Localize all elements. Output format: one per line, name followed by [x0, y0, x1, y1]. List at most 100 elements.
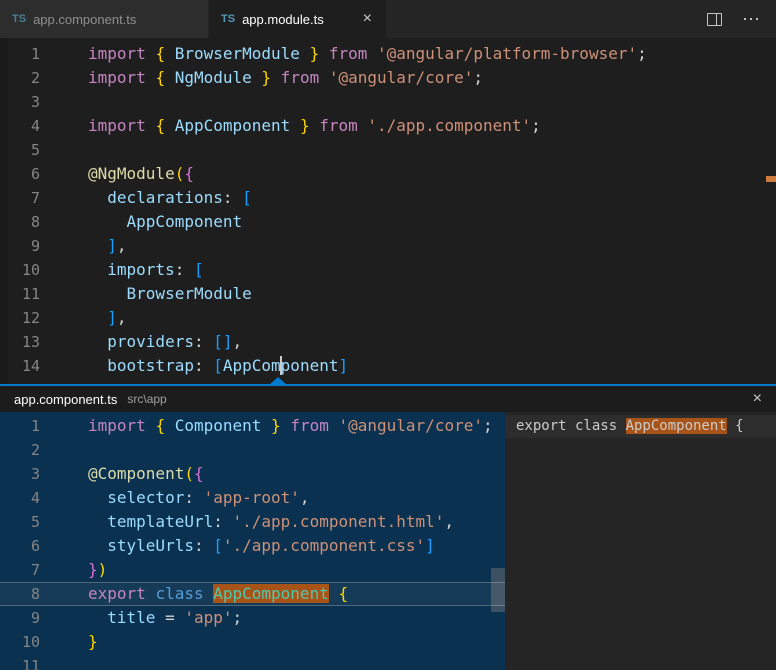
code-token: @Component — [88, 464, 184, 483]
line-number[interactable]: 2 — [0, 438, 40, 462]
line-number[interactable]: 10 — [0, 258, 40, 282]
code-line[interactable]: 10 imports: [ — [0, 258, 776, 282]
code-token: import — [88, 68, 155, 87]
editor-app-module[interactable]: 1import { BrowserModule } from '@angular… — [0, 38, 776, 384]
code-token: ] — [338, 356, 348, 375]
code-token: AppCom — [223, 356, 281, 375]
peek-body: 1import { Component } from '@angular/cor… — [0, 412, 776, 670]
peek-results-list[interactable]: export class AppComponent { — [505, 412, 776, 670]
typescript-file-icon: TS — [12, 13, 26, 25]
line-number[interactable]: 8 — [0, 210, 40, 234]
code-line[interactable]: 9 title = 'app'; — [0, 606, 505, 630]
code-line[interactable]: 10} — [0, 630, 505, 654]
code-line[interactable]: 5 — [0, 138, 776, 162]
code-line[interactable]: 6 styleUrls: ['./app.component.css'] — [0, 534, 505, 558]
close-tab-icon[interactable]: × — [361, 10, 374, 28]
code-line[interactable]: 12 ], — [0, 306, 776, 330]
code-token: { — [338, 584, 348, 603]
line-number[interactable]: 5 — [0, 510, 40, 534]
code-token: { — [155, 116, 165, 135]
reference-result-row[interactable]: export class AppComponent { — [505, 415, 776, 438]
code-line[interactable]: 3 — [0, 90, 776, 114]
code-line[interactable]: 9 ], — [0, 234, 776, 258]
code-token: ] — [107, 308, 117, 327]
code-line[interactable]: 8 AppComponent — [0, 210, 776, 234]
split-editor-icon[interactable] — [707, 13, 722, 26]
peek-close-icon[interactable]: × — [749, 390, 766, 408]
line-number[interactable]: 6 — [0, 162, 40, 186]
line-number[interactable]: 10 — [0, 630, 40, 654]
line-number[interactable]: 11 — [0, 282, 40, 306]
code-line[interactable]: 5 templateUrl: './app.component.html', — [0, 510, 505, 534]
code-line[interactable]: 8export class AppComponent { — [0, 582, 505, 606]
line-number[interactable]: 14 — [0, 354, 40, 378]
line-number[interactable]: 8 — [0, 582, 40, 606]
line-number[interactable]: 2 — [0, 66, 40, 90]
code-line[interactable]: 6@NgModule({ — [0, 162, 776, 186]
code-token — [88, 536, 107, 555]
code-token: AppComponent — [165, 116, 300, 135]
code-line[interactable]: 2 — [0, 438, 505, 462]
line-number[interactable]: 12 — [0, 306, 40, 330]
code-token: BrowserModule — [165, 44, 310, 63]
peek-title-bar[interactable]: app.component.ts src\app × — [0, 386, 776, 412]
peek-editor[interactable]: 1import { Component } from '@angular/cor… — [0, 412, 505, 670]
code-token: ponent — [281, 356, 339, 375]
code-token — [88, 608, 107, 627]
line-number[interactable]: 3 — [0, 462, 40, 486]
line-number[interactable]: 1 — [0, 414, 40, 438]
code-token: ) — [98, 560, 108, 579]
code-token: } — [310, 44, 320, 63]
line-number[interactable]: 5 — [0, 138, 40, 162]
code-token: AppComponent — [213, 584, 329, 603]
code-token: from — [310, 116, 368, 135]
code-line[interactable]: 1import { BrowserModule } from '@angular… — [0, 42, 776, 66]
code-token: : — [194, 332, 213, 351]
code-token: './app.component' — [367, 116, 531, 135]
code-token: ; — [637, 44, 647, 63]
code-token: AppComponent — [626, 418, 727, 434]
code-text: ], — [40, 234, 127, 258]
code-line[interactable]: 2import { NgModule } from '@angular/core… — [0, 66, 776, 90]
line-number[interactable]: 7 — [0, 186, 40, 210]
line-number[interactable]: 13 — [0, 330, 40, 354]
overview-ruler-marker[interactable] — [766, 176, 776, 182]
more-actions-icon[interactable]: ⋯ — [742, 10, 760, 28]
code-token: } — [261, 68, 271, 87]
code-text: declarations: [ — [40, 186, 252, 210]
line-number[interactable]: 7 — [0, 558, 40, 582]
code-line[interactable]: 4import { AppComponent } from './app.com… — [0, 114, 776, 138]
code-token: } — [88, 632, 98, 651]
code-line[interactable]: 7 declarations: [ — [0, 186, 776, 210]
code-token: [ — [213, 536, 223, 555]
line-number[interactable]: 9 — [0, 606, 40, 630]
code-token: { — [194, 464, 204, 483]
line-number[interactable]: 1 — [0, 42, 40, 66]
code-token: } — [88, 560, 98, 579]
code-token: title — [107, 608, 155, 627]
line-number[interactable]: 4 — [0, 114, 40, 138]
line-number[interactable]: 6 — [0, 534, 40, 558]
tab-app-module-ts[interactable]: TS app.module.ts × — [209, 0, 386, 38]
line-number[interactable]: 3 — [0, 90, 40, 114]
line-number[interactable]: 11 — [0, 654, 40, 670]
code-line[interactable]: 3@Component({ — [0, 462, 505, 486]
code-line[interactable]: 11 BrowserModule — [0, 282, 776, 306]
code-token: from — [281, 416, 339, 435]
code-line[interactable]: 11 — [0, 654, 505, 670]
code-line[interactable]: 1import { Component } from '@angular/cor… — [0, 414, 505, 438]
code-token — [88, 236, 107, 255]
code-token — [88, 308, 107, 327]
line-number[interactable]: 9 — [0, 234, 40, 258]
editor-actions: ⋯ — [707, 0, 776, 38]
code-token: './app.component.html' — [233, 512, 445, 531]
code-line[interactable]: 4 selector: 'app-root', — [0, 486, 505, 510]
code-token: { — [727, 418, 744, 434]
code-token: { — [184, 164, 194, 183]
code-line[interactable]: 13 providers: [], — [0, 330, 776, 354]
code-token: } — [300, 116, 310, 135]
tab-app-component-ts[interactable]: TS app.component.ts — [0, 0, 209, 38]
code-line[interactable]: 7}) — [0, 558, 505, 582]
line-number[interactable]: 4 — [0, 486, 40, 510]
code-line[interactable]: 14 bootstrap: [AppComponent] — [0, 354, 776, 378]
